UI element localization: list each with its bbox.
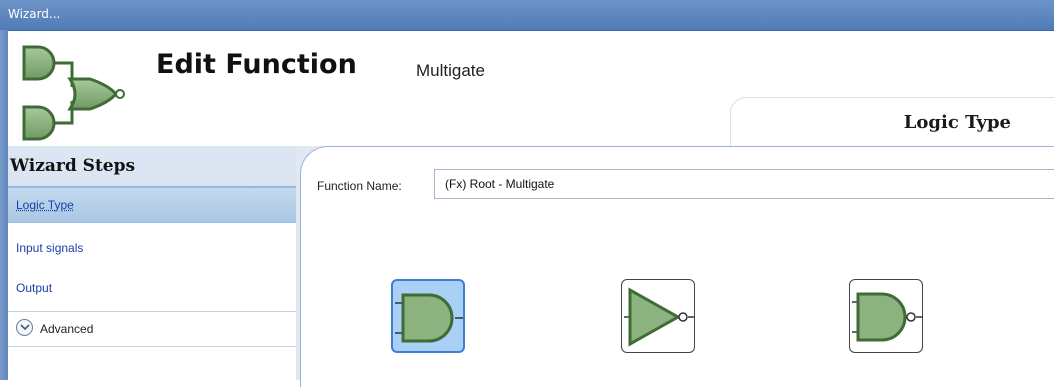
wizard-steps-sidebar: Wizard Steps Logic Type Input signals Ou… [8,146,297,381]
sidebar-title: Wizard Steps [10,156,136,176]
not-gate-option[interactable] [621,279,695,353]
logic-gates-logo-icon [22,45,125,141]
window-title: Wizard... [8,7,61,21]
step-output[interactable]: Output [8,271,296,305]
nand-gate-icon [852,292,922,342]
and-gate-option[interactable] [391,279,465,353]
step-label: Output [16,281,53,295]
step-input-signals[interactable]: Input signals [8,231,296,265]
current-step-tab: Logic Type [730,97,1054,146]
page-title: Edit Function [156,49,357,80]
window-titlebar: Wizard... [0,0,1054,31]
nand-gate-option[interactable] [849,279,923,353]
function-name-input[interactable] [434,169,1054,199]
logic-type-panel: Function Name: [300,146,1054,387]
step-label: Logic Type [16,198,74,212]
step-logic-type[interactable]: Logic Type [8,187,296,223]
function-name-label: Function Name: [317,179,402,193]
step-label: Input signals [16,241,84,255]
window-left-edge [0,30,8,380]
current-step-label: Logic Type [903,112,1011,133]
steps-panel: Logic Type Input signals Output Advanced [8,186,296,381]
function-type-label: Multigate [416,61,485,80]
chevron-down-icon[interactable] [16,319,33,336]
advanced-label: Advanced [40,322,94,336]
not-gate-icon [624,287,694,347]
and-gate-icon [395,293,463,343]
advanced-expander[interactable]: Advanced [8,311,296,347]
